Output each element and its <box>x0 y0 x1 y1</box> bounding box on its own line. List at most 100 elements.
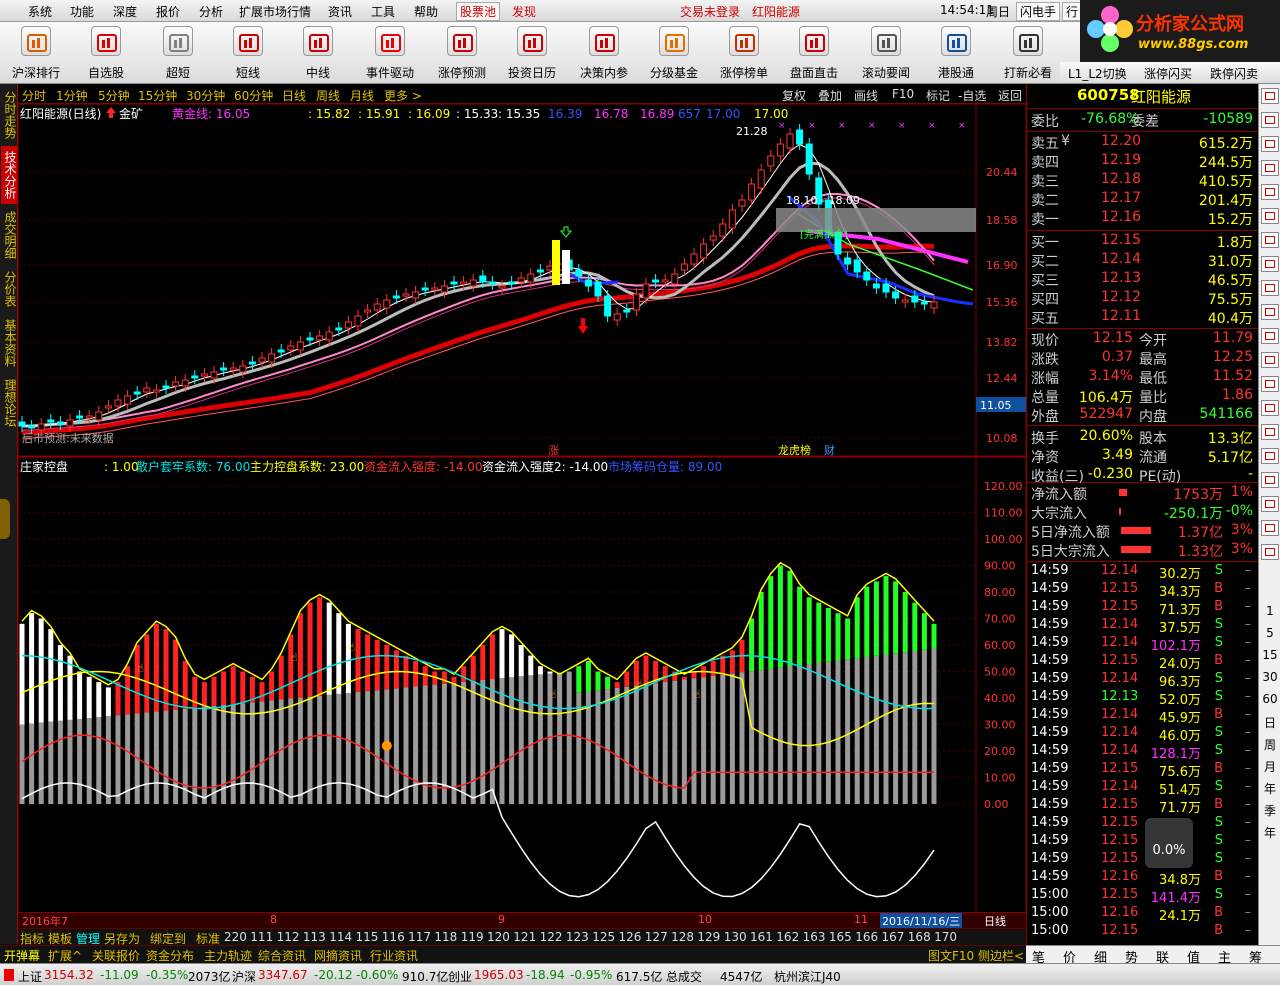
indicator-tab-19[interactable]: 123 <box>566 930 589 944</box>
indicator-tab-31[interactable]: 167 <box>882 930 905 944</box>
side-period-0[interactable]: 1 <box>1261 604 1279 618</box>
limit-up-flash-buy-button[interactable]: 涨停闪买 <box>1144 65 1192 82</box>
tab-trade-details[interactable]: 成交明细 <box>1 206 17 264</box>
toolbar-button-3[interactable]: 短线 <box>214 24 282 82</box>
tool-adjust[interactable]: 复权 <box>782 87 806 104</box>
indicator-tab-15[interactable]: 119 <box>461 930 484 944</box>
server-name[interactable]: 杭州滨江J40 <box>774 968 841 985</box>
extension-tab-6[interactable]: 网摘资讯 <box>314 947 362 964</box>
indicator-tab-24[interactable]: 129 <box>697 930 720 944</box>
side-period-4[interactable]: 60 <box>1261 692 1279 706</box>
period-5min[interactable]: 5分钟 <box>98 87 130 104</box>
side-icon-9[interactable] <box>1261 304 1279 320</box>
side-icon-16[interactable] <box>1261 472 1279 488</box>
extension-tab-8[interactable]: 图文F10 <box>928 947 974 964</box>
limit-down-flash-sell-button[interactable]: 跌停闪卖 <box>1210 65 1258 82</box>
indicator-tab-16[interactable]: 120 <box>487 930 510 944</box>
indicator-tab-22[interactable]: 127 <box>645 930 668 944</box>
menu-quote[interactable]: 报价 <box>156 3 180 20</box>
toolbar-button-14[interactable]: 打新必看 <box>994 24 1062 82</box>
period-30min[interactable]: 30分钟 <box>186 87 225 104</box>
side-icon-8[interactable] <box>1261 280 1279 296</box>
side-icon-14[interactable] <box>1261 424 1279 440</box>
side-icon-5[interactable] <box>1261 208 1279 224</box>
indicator-tab-7[interactable]: 111 <box>250 930 273 944</box>
menu-tools[interactable]: 工具 <box>371 3 395 20</box>
tool-draw[interactable]: 画线 <box>854 87 878 104</box>
menu-discover[interactable]: 发现 <box>512 3 536 20</box>
side-icon-17[interactable] <box>1261 496 1279 512</box>
side-icon-3[interactable] <box>1261 160 1279 176</box>
side-icon-7[interactable] <box>1261 256 1279 272</box>
indicator-tab-14[interactable]: 118 <box>434 930 457 944</box>
side-icon-13[interactable] <box>1261 400 1279 416</box>
indicator-tab-26[interactable]: 161 <box>750 930 773 944</box>
indicator-tab-13[interactable]: 117 <box>408 930 431 944</box>
tab-technical-analysis[interactable]: 技术分析 <box>1 146 17 204</box>
toolbar-button-7[interactable]: 投资日历 <box>498 24 566 82</box>
extension-tab-5[interactable]: 综合资讯 <box>258 947 306 964</box>
toolbar-button-2[interactable]: 超短 <box>144 24 212 82</box>
extension-tab-2[interactable]: 关联报价 <box>92 947 140 964</box>
l1-l2-switch-button[interactable]: L1_L2切换 <box>1068 65 1127 82</box>
toolbar-button-4[interactable]: 中线 <box>284 24 352 82</box>
menu-stock-pool[interactable]: 股票池 <box>456 2 501 21</box>
side-icon-4[interactable] <box>1261 184 1279 200</box>
chart-area[interactable]: ☝ ☝ ☝ ☝ ☝ ☝ × × × × × × × 18.10 - 18.09 21.28 [完满拟合… <box>17 103 1027 914</box>
period-daily[interactable]: 日线 <box>282 87 306 104</box>
tab-forum[interactable]: 理想论坛 <box>1 374 17 432</box>
indicator-tab-6[interactable]: 220 <box>224 930 247 944</box>
side-period-1[interactable]: 5 <box>1261 626 1279 640</box>
side-icon-10[interactable] <box>1261 328 1279 344</box>
period-more[interactable]: 更多 > <box>384 87 422 104</box>
extension-tab-0[interactable]: 开弹幕 <box>4 947 40 964</box>
menu-function[interactable]: 功能 <box>70 3 94 20</box>
extension-tab-3[interactable]: 资金分布 <box>146 947 194 964</box>
chart-canvas[interactable]: ☝ ☝ ☝ ☝ ☝ ☝ × × × × × × × 18.10 - 18.09 21.28 [完满拟合… <box>17 103 1027 914</box>
toolbar-button-12[interactable]: 滚动要闻 <box>852 24 920 82</box>
toolbar-button-6[interactable]: 涨停预测 <box>428 24 496 82</box>
side-icon-11[interactable] <box>1261 352 1279 368</box>
period-15min[interactable]: 15分钟 <box>138 87 177 104</box>
indicator-tab-11[interactable]: 115 <box>356 930 379 944</box>
side-period-5[interactable]: 日 <box>1261 714 1279 731</box>
menu-news[interactable]: 资讯 <box>328 3 352 20</box>
tool-add-watchlist[interactable]: -自选 <box>958 87 986 104</box>
indicator-tab-29[interactable]: 165 <box>829 930 852 944</box>
period-weekly[interactable]: 周线 <box>316 87 340 104</box>
toolbar-button-10[interactable]: 涨停榜单 <box>710 24 778 82</box>
menu-help[interactable]: 帮助 <box>414 3 438 20</box>
menu-analysis[interactable]: 分析 <box>199 3 223 20</box>
tab-fundamentals[interactable]: 基本资料 <box>1 314 17 372</box>
extension-tab-9[interactable]: 侧边栏< <box>978 947 1024 964</box>
side-period-9[interactable]: 季 <box>1261 802 1279 819</box>
indicator-tab-12[interactable]: 116 <box>382 930 405 944</box>
indicator-tab-20[interactable]: 125 <box>592 930 615 944</box>
side-period-6[interactable]: 周 <box>1261 736 1279 753</box>
period-monthly[interactable]: 月线 <box>350 87 374 104</box>
collapse-handle[interactable] <box>0 499 10 539</box>
side-icon-12[interactable] <box>1261 376 1279 392</box>
extension-tab-1[interactable]: 扩展^ <box>48 947 82 964</box>
period-intraday[interactable]: 分时 <box>22 87 46 104</box>
side-period-7[interactable]: 月 <box>1261 758 1279 775</box>
toolbar-button-1[interactable]: 自选股 <box>72 24 140 82</box>
indicator-tab-17[interactable]: 121 <box>513 930 536 944</box>
indicator-tab-28[interactable]: 163 <box>803 930 826 944</box>
flash-trade-button[interactable]: 闪电手 <box>1016 2 1061 21</box>
indicator-tab-33[interactable]: 170 <box>934 930 957 944</box>
tab-price-table[interactable]: 分价表 <box>1 266 17 312</box>
indicator-tab-8[interactable]: 112 <box>277 930 300 944</box>
indicator-tab-32[interactable]: 168 <box>908 930 931 944</box>
side-period-3[interactable]: 30 <box>1261 670 1279 684</box>
trade-button[interactable]: 行 <box>1062 2 1083 21</box>
indicator-tab-27[interactable]: 162 <box>776 930 799 944</box>
date-period[interactable]: 日线 <box>984 913 1006 929</box>
toolbar-button-13[interactable]: 港股通 <box>922 24 990 82</box>
tool-back[interactable]: 返回 <box>998 87 1022 104</box>
menu-depth[interactable]: 深度 <box>113 3 137 20</box>
side-icon-2[interactable] <box>1261 136 1279 152</box>
menu-system[interactable]: 系统 <box>28 3 52 20</box>
indicator-tab-18[interactable]: 122 <box>540 930 563 944</box>
side-period-8[interactable]: 年 <box>1261 780 1279 797</box>
